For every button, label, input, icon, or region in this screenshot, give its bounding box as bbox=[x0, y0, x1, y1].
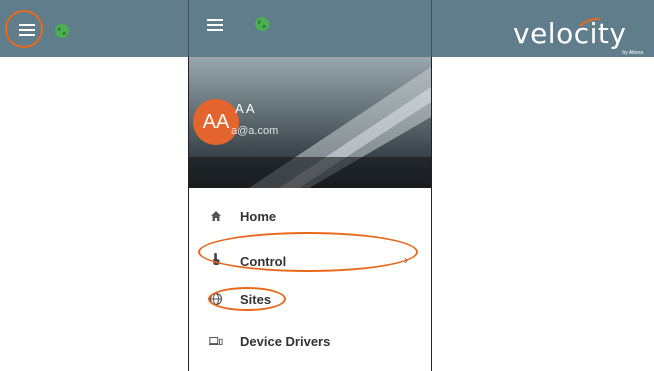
panel-divider bbox=[431, 0, 432, 57]
brand-logo: velocity by Atlona bbox=[513, 17, 647, 56]
chevron-right-icon: › bbox=[404, 253, 408, 267]
menu-label: Control bbox=[240, 254, 287, 269]
touch-icon bbox=[213, 252, 220, 266]
menu-item-home[interactable]: Home bbox=[189, 203, 431, 233]
devices-icon bbox=[209, 336, 223, 346]
user-name: A A bbox=[235, 101, 255, 116]
hamburger-menu-icon[interactable] bbox=[19, 24, 35, 36]
menu-label: Home bbox=[240, 209, 277, 224]
globe-icon bbox=[209, 292, 223, 306]
menu-item-sites[interactable]: Sites bbox=[189, 286, 431, 316]
menu-label: Device Drivers bbox=[240, 334, 331, 349]
top-app-bar: velocity by Atlona bbox=[0, 0, 654, 57]
globe-icon[interactable] bbox=[55, 24, 69, 38]
menu-item-device-drivers[interactable]: Device Drivers bbox=[189, 328, 431, 358]
user-avatar[interactable]: AA bbox=[193, 99, 239, 145]
navigation-drawer: AA A A a@a.com Home Control › Sites Devi… bbox=[188, 57, 432, 371]
hamburger-menu-icon[interactable] bbox=[207, 19, 223, 31]
menu-item-control[interactable]: Control › bbox=[189, 248, 431, 278]
panel-divider bbox=[188, 0, 189, 57]
logo-swoosh-icon bbox=[579, 17, 601, 27]
logo-text: velocity bbox=[513, 17, 627, 50]
globe-icon[interactable] bbox=[255, 17, 269, 31]
user-email: a@a.com bbox=[231, 125, 279, 137]
menu-label: Sites bbox=[240, 292, 272, 307]
home-icon bbox=[211, 211, 221, 221]
logo-subtext: by Atlona bbox=[622, 50, 643, 56]
drawer-header: AA A A a@a.com bbox=[189, 57, 431, 188]
